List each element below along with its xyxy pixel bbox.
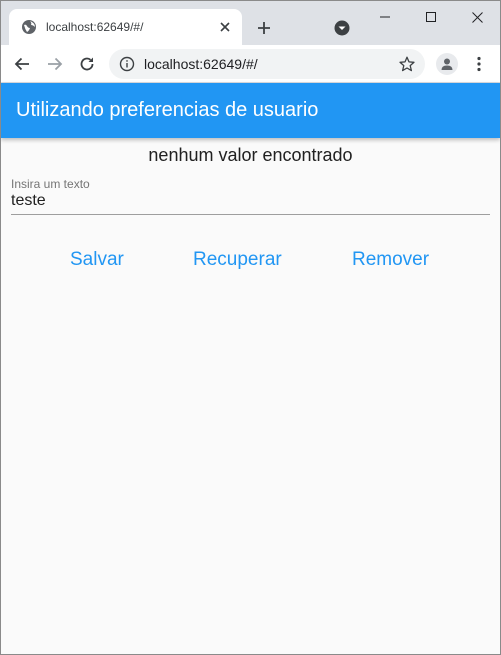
new-tab-button[interactable] — [253, 17, 275, 39]
status-text: nenhum valor encontrado — [148, 145, 353, 165]
app-title: Utilizando preferencias de usuario — [16, 99, 319, 121]
arrow-left-icon — [14, 57, 29, 71]
close-icon — [471, 11, 483, 23]
arrow-right-icon — [48, 57, 63, 71]
browser-tab[interactable]: localhost:62649/#/ — [9, 9, 242, 45]
forward-button[interactable] — [41, 50, 69, 78]
retrieve-button[interactable]: Recuperar — [193, 249, 282, 271]
address-url: localhost:62649/#/ — [144, 56, 258, 72]
page-content: nenhum valor encontrado Insira um texto … — [1, 138, 500, 654]
remove-button[interactable]: Remover — [352, 249, 429, 271]
text-field-underline — [11, 214, 490, 215]
person-icon — [441, 58, 453, 70]
info-icon[interactable] — [119, 56, 135, 72]
maximize-icon — [426, 12, 436, 22]
browser-toolbar: localhost:62649/#/ — [1, 45, 500, 83]
close-tab-icon[interactable] — [214, 16, 236, 38]
back-button[interactable] — [8, 50, 36, 78]
close-window-button[interactable] — [454, 1, 500, 33]
browser-menu-button[interactable] — [465, 50, 493, 78]
save-button[interactable]: Salvar — [70, 249, 124, 271]
globe-icon — [21, 19, 37, 35]
text-field[interactable]: Insira um texto — [11, 177, 490, 217]
app-bar: Utilizando preferencias de usuario — [1, 83, 500, 138]
tab-search-button[interactable] — [332, 18, 352, 38]
tab-strip: localhost:62649/#/ — [1, 1, 500, 45]
star-icon[interactable] — [397, 54, 417, 74]
maximize-button[interactable] — [408, 1, 454, 33]
window-controls — [362, 1, 500, 33]
text-input[interactable] — [11, 189, 490, 213]
plus-icon — [258, 22, 270, 34]
minimize-icon — [380, 16, 390, 18]
chevron-down-icon — [334, 20, 350, 36]
tab-title: localhost:62649/#/ — [46, 20, 144, 34]
reload-icon — [80, 57, 94, 71]
browser-window: localhost:62649/#/ localhost:62649/#/ Ut… — [0, 0, 501, 655]
profile-button[interactable] — [436, 53, 458, 75]
minimize-button[interactable] — [362, 1, 408, 33]
kebab-menu-icon — [477, 56, 481, 72]
actions-row: Salvar Recuperar Remover — [1, 249, 500, 275]
reload-button[interactable] — [73, 50, 101, 78]
address-bar[interactable]: localhost:62649/#/ — [109, 49, 425, 79]
